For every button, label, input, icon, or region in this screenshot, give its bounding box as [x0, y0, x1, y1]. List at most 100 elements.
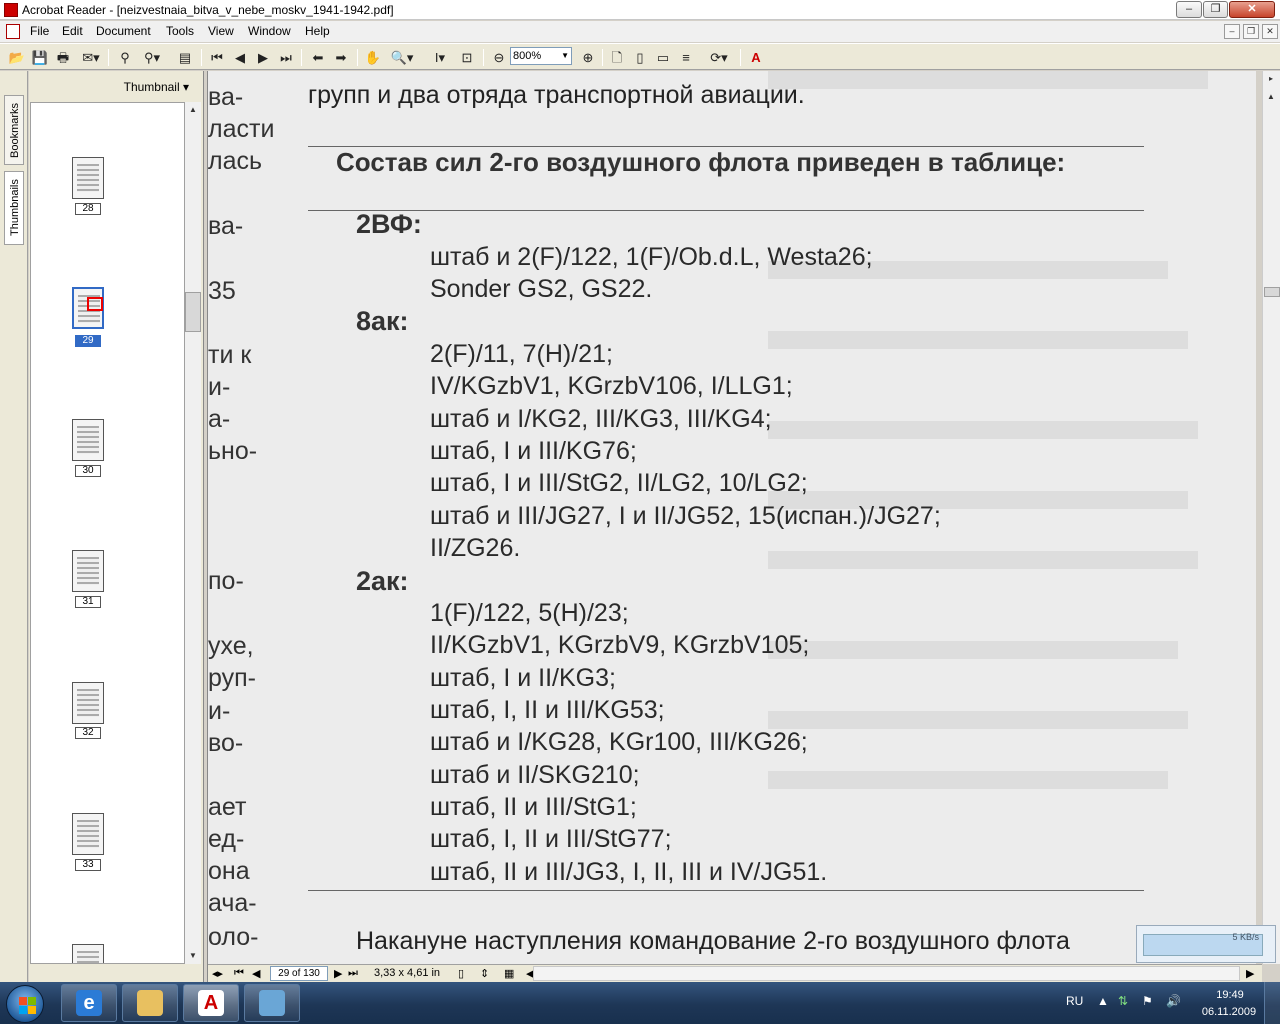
continuous-icon[interactable]: ⇕	[480, 967, 489, 980]
scroll-down-icon[interactable]: ▼	[185, 948, 201, 964]
zoom-out-icon[interactable]: ⊖	[490, 48, 508, 67]
clock-time[interactable]: 19:49	[1210, 989, 1250, 1001]
page-thumbnail-selected[interactable]	[72, 287, 104, 329]
previous-page-icon[interactable]: ◀	[231, 48, 249, 67]
taskbar-virtualbox-button[interactable]	[244, 984, 300, 1022]
last-page-icon[interactable]: ⏭	[348, 967, 358, 980]
document-icon[interactable]	[6, 24, 20, 39]
page-thumbnail[interactable]	[72, 157, 104, 199]
previous-view-icon[interactable]: ⬅	[309, 48, 327, 67]
start-button[interactable]	[6, 985, 44, 1023]
page-thumbnail[interactable]	[72, 682, 104, 724]
view-area-box[interactable]	[87, 297, 103, 311]
facing-pages-icon[interactable]: ▦	[504, 967, 514, 980]
page-thumbnail[interactable]	[72, 813, 104, 855]
doc-minimize-button[interactable]: –	[1224, 24, 1240, 39]
restore-button[interactable]: ❐	[1203, 1, 1228, 18]
menu-help[interactable]: Help	[305, 24, 330, 38]
tab-bookmarks[interactable]: Bookmarks	[4, 95, 24, 165]
hand-tool-icon[interactable]: ✋	[364, 48, 382, 67]
select-text-icon[interactable]: I▾	[426, 48, 454, 67]
menu-document[interactable]: Document	[96, 24, 151, 38]
split-icon[interactable]: ▸	[1263, 71, 1279, 87]
taskbar-ie-button[interactable]: e	[61, 984, 117, 1022]
scroll-up-icon[interactable]: ▲	[1263, 89, 1279, 105]
show-desktop-button[interactable]	[1264, 982, 1280, 1024]
document-vertical-scrollbar[interactable]: ▸ ▲	[1262, 71, 1280, 964]
toolbar-separator	[483, 49, 484, 66]
thumbnail-scrollbar[interactable]: ▲ ▼	[185, 102, 201, 964]
single-page-icon[interactable]: ▯	[458, 967, 464, 980]
scroll-right-icon[interactable]: ▶	[1246, 967, 1254, 980]
page-number-input[interactable]: 29 of 130	[270, 966, 328, 981]
unit-line: штаб, II и III/JG3, I, II, III и IV/JG51…	[430, 858, 828, 886]
menu-tools[interactable]: Tools	[166, 24, 194, 38]
page-thumbnail[interactable]	[72, 550, 104, 592]
page-thumbnail[interactable]	[72, 419, 104, 461]
tab-thumbnails[interactable]: Thumbnails	[4, 171, 24, 245]
scroll-up-icon[interactable]: ▲	[185, 102, 201, 118]
left-column-fragment: ьно-	[208, 437, 258, 465]
show-hidden-icons-icon[interactable]: ▲	[1097, 994, 1109, 1008]
show-hide-icon[interactable]: ▤	[176, 48, 194, 67]
menu-window[interactable]: Window	[248, 24, 291, 38]
previous-page-icon[interactable]: ◀	[252, 967, 260, 980]
thumbnail-scroll-thumb[interactable]	[185, 292, 201, 332]
document-view[interactable]: ва- ласти лась ва- 35 ти к и- а- ьно- по…	[208, 71, 1256, 964]
minimize-button[interactable]: –	[1176, 1, 1202, 18]
next-view-icon[interactable]: ➡	[332, 48, 350, 67]
language-indicator[interactable]: RU	[1066, 994, 1083, 1008]
adobe-logo-icon[interactable]: A	[747, 48, 765, 67]
first-page-icon[interactable]: ⏮	[208, 48, 226, 67]
clock-date[interactable]: 06.11.2009	[1200, 1006, 1258, 1018]
unit-line: штаб и III/JG27, I и II/JG52, 15(испан.)…	[430, 502, 941, 530]
background-text-bleed	[768, 771, 1168, 789]
first-page-icon[interactable]: ⏮	[234, 967, 244, 980]
page-thumbnail[interactable]	[72, 944, 104, 963]
chevron-down-icon[interactable]: ▼	[561, 48, 569, 64]
action-center-icon[interactable]: ⚑	[1142, 994, 1153, 1008]
email-icon[interactable]: ✉▾	[78, 48, 104, 67]
taskbar-acrobat-button[interactable]: A	[183, 984, 239, 1022]
thumbnail-panel-header: Thumbnail ▾	[29, 74, 199, 100]
acrobat-app-icon	[4, 3, 18, 17]
thumbnail-options-menu[interactable]: Thumbnail ▾	[124, 80, 189, 94]
menu-file[interactable]: File	[30, 24, 49, 38]
next-page-icon[interactable]: ▶	[254, 48, 272, 67]
snapshot-icon[interactable]: ⊡	[458, 48, 476, 67]
actual-size-icon[interactable]: 🗋	[608, 48, 626, 67]
navigation-toggle-icon[interactable]: ◂▸	[212, 967, 223, 980]
document-scroll-thumb[interactable]	[1264, 287, 1280, 297]
next-page-icon[interactable]: ▶	[334, 967, 342, 980]
volume-icon[interactable]: 🔊	[1166, 994, 1181, 1008]
close-button[interactable]: ✕	[1229, 1, 1275, 18]
reflow-icon[interactable]: ≡	[677, 48, 695, 67]
toolbar-separator	[301, 49, 302, 66]
find-icon[interactable]: ⚲▾	[139, 48, 165, 67]
search-icon[interactable]: ⚲	[116, 48, 134, 67]
horizontal-scrollbar[interactable]	[533, 966, 1240, 981]
unit-line: II/ZG26.	[430, 534, 521, 562]
rotate-icon[interactable]: ⟳▾	[704, 48, 734, 67]
left-column-fragment: ухе,	[208, 632, 254, 660]
menu-edit[interactable]: Edit	[62, 24, 83, 38]
print-icon[interactable]: 🖶	[54, 48, 72, 67]
fit-width-icon[interactable]: ▭	[654, 48, 672, 67]
left-column-fragment: она	[208, 857, 250, 885]
open-icon[interactable]: 📂	[8, 48, 26, 67]
zoom-in-icon[interactable]: ⊕	[579, 48, 597, 67]
fit-page-icon[interactable]: ▯	[631, 48, 649, 67]
doc-close-button[interactable]: ✕	[1262, 24, 1278, 39]
taskbar-explorer-button[interactable]	[122, 984, 178, 1022]
zoom-tool-icon[interactable]: 🔍▾	[388, 48, 416, 67]
network-tray-icon[interactable]: ⇅	[1118, 994, 1128, 1008]
title-bar: Acrobat Reader - [neizvestnaia_bitva_v_n…	[0, 0, 1280, 20]
menu-view[interactable]: View	[208, 24, 234, 38]
doc-restore-button[interactable]: ❐	[1243, 24, 1259, 39]
left-column-fragment: а-	[208, 405, 231, 433]
background-text-bleed	[768, 711, 1188, 729]
unit-line: IV/KGzbV1, KGrzbV106, I/LLG1;	[430, 372, 793, 400]
save-icon[interactable]: 💾	[31, 48, 49, 67]
zoom-input[interactable]: 800% ▼	[510, 47, 572, 65]
last-page-icon[interactable]: ⏭	[277, 48, 295, 67]
